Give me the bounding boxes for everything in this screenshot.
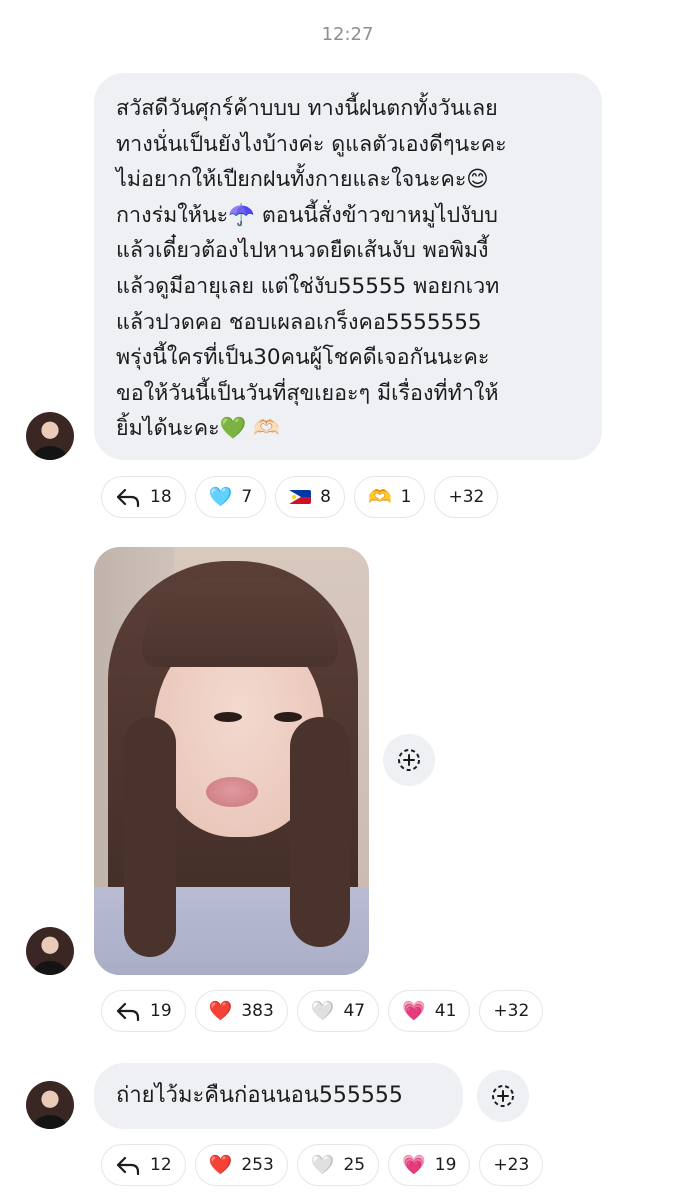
reply-count-chip[interactable]: 19 xyxy=(101,990,186,1032)
message-bubble-text[interactable]: ถ่ายไว้มะคืนก่อนนอน555555 xyxy=(94,1063,463,1129)
reaction-count: 19 xyxy=(150,1001,172,1021)
reply-arrow-icon xyxy=(115,1155,141,1175)
more-reactions-count: +23 xyxy=(493,1155,530,1175)
photo-lips xyxy=(206,777,258,807)
add-reaction-button[interactable] xyxy=(477,1070,529,1122)
more-reactions-chip[interactable]: +32 xyxy=(434,476,499,518)
reply-count-chip[interactable]: 18 xyxy=(101,476,186,518)
photo-hair-strand xyxy=(124,717,176,957)
reaction-count: 47 xyxy=(343,1001,366,1021)
add-reaction-button[interactable] xyxy=(383,734,435,786)
red-heart-icon: ❤️ xyxy=(208,1153,233,1176)
reaction-count: 12 xyxy=(150,1155,172,1175)
add-reaction-icon xyxy=(396,747,422,773)
add-reaction-icon xyxy=(490,1083,516,1109)
photo-hair-strand xyxy=(290,717,350,947)
message-photo[interactable] xyxy=(94,547,369,975)
reaction-count: 18 xyxy=(150,487,172,507)
reaction-chip[interactable]: 🤍 47 xyxy=(296,990,380,1032)
reaction-chip[interactable]: ❤️ 383 xyxy=(194,990,288,1032)
sender-avatar[interactable] xyxy=(26,927,74,975)
reaction-count: 1 xyxy=(400,487,412,507)
reaction-chip[interactable]: 💗 41 xyxy=(388,990,471,1032)
reaction-chip[interactable]: 🩵 7 xyxy=(194,476,267,518)
reaction-chip[interactable]: 🫶 1 xyxy=(353,476,426,518)
more-reactions-chip[interactable]: +23 xyxy=(479,1144,544,1186)
message-line: ยิ้มได้นะคะ💚 🫶🏻 xyxy=(116,416,281,442)
more-reactions-count: +32 xyxy=(448,487,485,507)
more-reactions-chip[interactable]: +32 xyxy=(479,990,544,1032)
white-heart-icon: 🤍 xyxy=(310,999,335,1022)
message-line: ขอให้วันนี้เป็นวันที่สุขเยอะๆ มีเรื่องที… xyxy=(116,380,499,406)
reaction-count: 383 xyxy=(241,1001,274,1021)
sparkling-heart-icon: 💗 xyxy=(402,999,426,1022)
message-line: แล้วเดี๋ยวต้องไปหานวดยืดเส้นงับ พอพิมงี้ xyxy=(116,238,489,264)
photo-eye xyxy=(274,712,302,722)
white-heart-icon: 🤍 xyxy=(310,1153,335,1176)
sender-avatar[interactable] xyxy=(26,1081,74,1129)
message-line: ทางนั่นเป็นยังไงบ้างค่ะ ดูแลตัวเองดีๆนะค… xyxy=(116,131,507,157)
reaction-count: 7 xyxy=(241,487,253,507)
reaction-bar: 18 🩵 7 8 🫶 1 +32 xyxy=(101,476,499,518)
reaction-bar: 19 ❤️ 383 🤍 47 💗 41 +32 xyxy=(101,990,544,1032)
reaction-count: 253 xyxy=(241,1155,274,1175)
message-line: ไม่อยากให้เปียกฝนทั้งกายและใจนะคะ😊 xyxy=(116,167,489,193)
philippines-flag-icon xyxy=(289,490,312,504)
more-reactions-count: +32 xyxy=(493,1001,530,1021)
light-blue-heart-icon: 🩵 xyxy=(208,485,233,508)
sparkling-heart-icon: 💗 xyxy=(402,1153,426,1176)
heart-hands-icon: 🫶 xyxy=(367,485,392,508)
message-line: แล้วดูมีอายุเลย แต่ใช่งับ55555 พอยกเวท xyxy=(116,273,500,299)
reply-arrow-icon xyxy=(115,487,141,507)
reaction-chip[interactable]: ❤️ 253 xyxy=(194,1144,288,1186)
message-line: กางร่มให้นะ☂️ ตอนนี้สั่งข้าวขาหมูไปงับบ xyxy=(116,202,498,228)
reaction-bar: 12 ❤️ 253 🤍 25 💗 19 +23 xyxy=(101,1144,544,1186)
message-line: สวัสดีวันศุกร์ค้าบบบ ทางนี้ฝนตกทั้งวันเล… xyxy=(116,96,498,121)
reaction-count: 19 xyxy=(434,1155,457,1175)
photo-eye xyxy=(214,712,242,722)
message-bubble-text[interactable]: สวัสดีวันศุกร์ค้าบบบ ทางนี้ฝนตกทั้งวันเล… xyxy=(94,73,602,460)
reaction-count: 8 xyxy=(320,487,331,507)
reaction-chip[interactable]: 💗 19 xyxy=(388,1144,471,1186)
reaction-count: 41 xyxy=(434,1001,457,1021)
reaction-count: 25 xyxy=(343,1155,366,1175)
reply-arrow-icon xyxy=(115,1001,141,1021)
message-line: พรุ่งนี้ใครที่เป็น30คนผู้โชคดีเจอกันนะคะ xyxy=(116,345,490,371)
reply-count-chip[interactable]: 12 xyxy=(101,1144,186,1186)
message-line: แล้วปวดคอ ชอบเผลอเกร็งคอ5555555 xyxy=(116,309,482,335)
reaction-chip[interactable]: 8 xyxy=(275,476,345,518)
reaction-chip[interactable]: 🤍 25 xyxy=(296,1144,380,1186)
sender-avatar[interactable] xyxy=(26,412,74,460)
message-timestamp: 12:27 xyxy=(321,24,374,45)
red-heart-icon: ❤️ xyxy=(208,999,233,1022)
